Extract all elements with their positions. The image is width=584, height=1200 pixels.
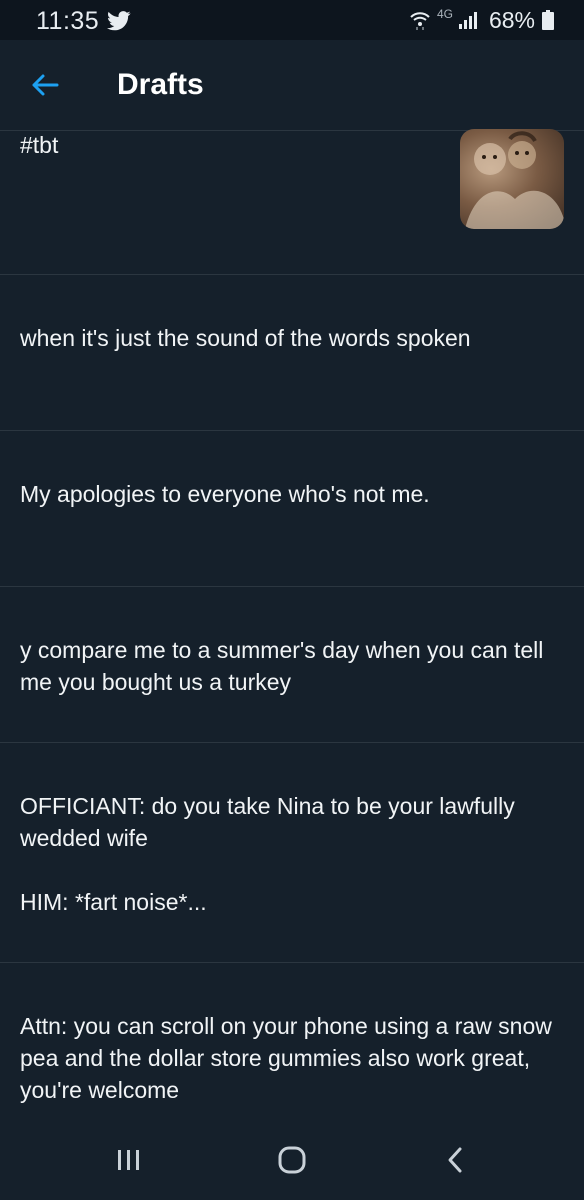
photo-icon <box>465 131 564 229</box>
system-nav-bar <box>0 1120 584 1200</box>
battery-icon <box>542 10 554 30</box>
network-type: 4G <box>436 7 453 21</box>
drafts-screen: 11:35 4G 68% Drafts #tbt when it's just … <box>0 0 584 1200</box>
status-bar: 11:35 4G 68% <box>0 0 584 40</box>
draft-text: My apologies to everyone who's not me. <box>20 481 430 507</box>
draft-text: OFFICIANT: do you take Nina to be your l… <box>20 793 515 915</box>
draft-item[interactable]: Attn: you can scroll on your phone using… <box>0 963 584 1133</box>
back-arrow-icon[interactable] <box>28 68 62 102</box>
signal-icon <box>458 12 477 29</box>
home-icon[interactable] <box>274 1144 310 1176</box>
draft-text: Attn: you can scroll on your phone using… <box>20 1013 552 1103</box>
drafts-list: #tbt when it's just the sound of the wor… <box>0 129 584 1133</box>
app-header: Drafts <box>0 40 584 131</box>
back-chevron-icon[interactable] <box>438 1144 474 1176</box>
battery-percent: 68% <box>488 6 535 33</box>
draft-item[interactable]: My apologies to everyone who's not me. <box>0 431 584 587</box>
draft-text: y compare me to a summer's day when you … <box>20 637 544 695</box>
twitter-bird-icon <box>107 11 131 31</box>
draft-item[interactable]: OFFICIANT: do you take Nina to be your l… <box>0 743 584 963</box>
draft-text: when it's just the sound of the words sp… <box>20 325 471 351</box>
page-title: Drafts <box>117 68 204 101</box>
draft-item[interactable]: #tbt <box>0 129 584 275</box>
draft-item[interactable]: when it's just the sound of the words sp… <box>0 275 584 431</box>
draft-image-thumbnail[interactable] <box>460 129 564 229</box>
draft-item[interactable]: y compare me to a summer's day when you … <box>0 587 584 743</box>
status-time: 11:35 <box>36 7 100 35</box>
wifi-icon <box>410 12 430 30</box>
recent-apps-icon[interactable] <box>110 1144 146 1176</box>
status-indicators: 4G 68% <box>409 6 554 34</box>
